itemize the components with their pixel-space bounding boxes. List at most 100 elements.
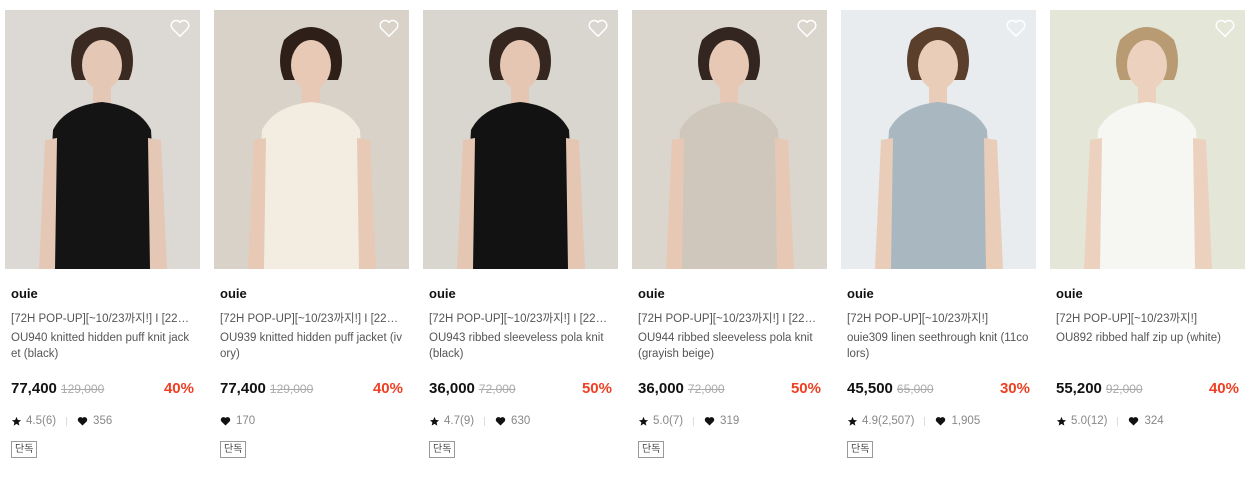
review-like-row: 4.7(9) 630 [429,414,612,428]
product-photo [1050,10,1245,269]
rating-value: 4.7(9) [444,415,475,427]
product-image[interactable] [841,10,1036,269]
discount-rate: 30% [999,380,1030,397]
rating-group: 4.9(2,507) [847,415,935,427]
star-icon [638,416,649,426]
like-count: 1,905 [951,415,981,427]
wishlist-heart-icon[interactable] [796,18,818,38]
product-name[interactable]: OU939 knitted hidden puff jacket (ivory) [220,330,403,362]
product-image[interactable] [214,10,409,269]
divider [66,416,68,426]
product-card[interactable]: ouie [72H POP-UP][~10/23까지!] I [22FW] OU… [5,10,200,458]
original-price: 92,000 [1105,382,1143,396]
like-count: 324 [1144,415,1164,427]
divider [1117,416,1119,426]
star-icon [11,416,22,426]
review-like-row: 5.0(12) 324 [1056,414,1239,428]
price-row: 45,500 65,000 30% [847,380,1030,400]
divider [924,416,926,426]
like-heart-icon [77,417,88,426]
review-like-row: 4.9(2,507) 1,905 [847,414,1030,428]
exclusive-badge: 단독 [11,441,38,458]
sale-price: 36,000 [429,380,475,397]
exclusive-badge: 단독 [220,441,247,458]
sale-price: 77,400 [11,380,57,397]
like-count: 356 [93,415,113,427]
brand-name[interactable]: ouie [11,286,194,302]
brand-name[interactable]: ouie [847,286,1030,302]
exclusive-badge: 단독 [429,441,456,458]
promo-text[interactable]: [72H POP-UP][~10/23까지!] [847,312,1030,326]
like-count: 630 [511,415,531,427]
product-image[interactable] [423,10,618,269]
rating-value: 4.9(2,507) [862,415,915,427]
brand-name[interactable]: ouie [1056,286,1239,302]
rating-group: 4.5(6) [11,415,77,427]
promo-text[interactable]: [72H POP-UP][~10/23까지!] I [22FW] [220,312,403,326]
wishlist-heart-icon[interactable] [378,18,400,38]
product-photo [423,10,618,269]
like-heart-icon [1129,417,1139,426]
original-price: 72,000 [687,382,725,396]
price-row: 36,000 72,000 50% [429,380,612,400]
review-like-row: 170 [220,414,403,428]
original-price: 129,000 [60,382,105,396]
product-card[interactable]: ouie [72H POP-UP][~10/23까지!] ouie309 lin… [841,10,1036,458]
product-name[interactable]: OU944 ribbed sleeveless pola knit (grayi… [638,330,821,362]
like-count: 170 [236,415,256,427]
product-photo [632,10,827,269]
like-heart-icon [704,417,715,426]
product-card[interactable]: ouie [72H POP-UP][~10/23까지!] OU892 ribbe… [1050,10,1245,428]
original-price: 129,000 [269,382,314,396]
price-row: 36,000 72,000 50% [638,380,821,400]
product-image[interactable] [632,10,827,269]
sale-price: 55,200 [1056,380,1102,397]
like-count: 319 [720,415,740,427]
rating-group: 4.7(9) [429,415,495,427]
promo-text[interactable]: [72H POP-UP][~10/23까지!] [1056,312,1239,326]
sale-price: 77,400 [220,380,266,397]
rating-value: 4.5(6) [26,415,57,427]
price-row: 77,400 129,000 40% [220,380,403,400]
original-price: 72,000 [478,382,516,396]
sale-price: 45,500 [847,380,893,397]
divider [484,416,486,426]
product-name[interactable]: OU940 knitted hidden puff knit jacket (b… [11,330,194,362]
product-card[interactable]: ouie [72H POP-UP][~10/23까지!] I [22FW] OU… [423,10,618,458]
rating-group: 5.0(12) [1056,415,1128,427]
brand-name[interactable]: ouie [638,286,821,302]
product-image[interactable] [1050,10,1245,269]
like-heart-icon [495,417,506,426]
wishlist-heart-icon[interactable] [1005,18,1027,38]
product-card[interactable]: ouie [72H POP-UP][~10/23까지!] I [22FW] OU… [632,10,827,458]
promo-text[interactable]: [72H POP-UP][~10/23까지!] I [22FW] [638,312,821,326]
wishlist-heart-icon[interactable] [587,18,609,38]
original-price: 65,000 [896,382,934,396]
product-name[interactable]: OU943 ribbed sleeveless pola knit (black… [429,330,612,362]
divider [693,416,695,426]
exclusive-badge: 단독 [847,441,874,458]
product-image[interactable] [5,10,200,269]
discount-rate: 50% [581,380,612,397]
product-photo [5,10,200,269]
product-photo [214,10,409,269]
wishlist-heart-icon[interactable] [169,18,191,38]
brand-name[interactable]: ouie [220,286,403,302]
exclusive-badge: 단독 [638,441,665,458]
discount-rate: 40% [163,380,194,397]
review-like-row: 4.5(6) 356 [11,414,194,428]
rating-group: 5.0(7) [638,415,704,427]
promo-text[interactable]: [72H POP-UP][~10/23까지!] I [22FW] [429,312,612,326]
product-name[interactable]: ouie309 linen seethrough knit (11colors) [847,330,1030,362]
price-row: 55,200 92,000 40% [1056,380,1239,400]
like-heart-icon [936,417,946,426]
discount-rate: 40% [372,380,403,397]
brand-name[interactable]: ouie [429,286,612,302]
product-photo [841,10,1036,269]
wishlist-heart-icon[interactable] [1214,18,1236,38]
promo-text[interactable]: [72H POP-UP][~10/23까지!] I [22FW] [11,312,194,326]
rating-value: 5.0(7) [653,415,684,427]
product-name[interactable]: OU892 ribbed half zip up (white) [1056,330,1239,362]
product-card[interactable]: ouie [72H POP-UP][~10/23까지!] I [22FW] OU… [214,10,409,458]
price-row: 77,400 129,000 40% [11,380,194,400]
